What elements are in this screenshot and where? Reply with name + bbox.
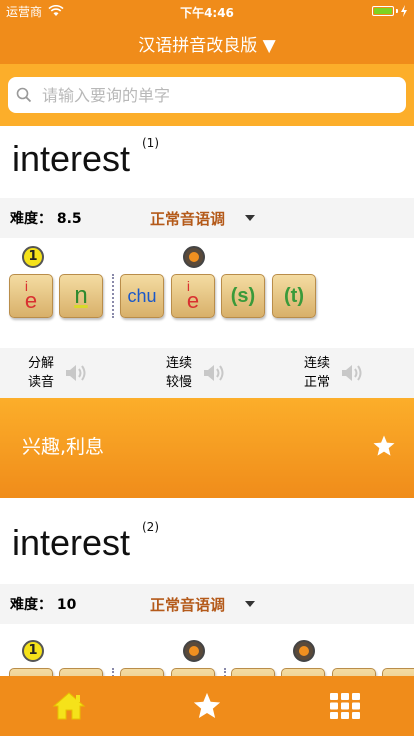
syllable-separator <box>112 668 114 676</box>
speaker-icon <box>204 365 224 381</box>
phonetic-tile[interactable] <box>281 668 325 676</box>
difficulty-label: 难度： <box>10 211 52 227</box>
entry-word: interest <box>12 138 131 179</box>
difficulty-display: 难度： 8.5 <box>10 208 150 228</box>
audio-label-line1: 连续 <box>304 356 331 371</box>
phonetic-tile[interactable] <box>59 668 103 676</box>
meaning-bar: 兴趣,利息 <box>0 398 414 498</box>
difficulty-value: 8.5 <box>56 211 82 227</box>
difficulty-display: 难度： 10 <box>10 594 150 614</box>
phonetic-tile[interactable] <box>171 668 215 676</box>
stress-marker-dot <box>293 640 315 662</box>
nav-bar: 汉语拼音改良版 ▼ <box>0 22 414 64</box>
entry-word: interest <box>12 522 131 563</box>
phonetic-tile[interactable]: ie <box>9 274 53 318</box>
entry-index: (1) <box>142 136 159 150</box>
speaker-icon <box>66 365 86 381</box>
star-icon <box>193 692 221 718</box>
grid-icon <box>330 693 360 719</box>
search-bar <box>0 64 414 126</box>
phonetic-tile[interactable] <box>382 668 414 676</box>
phonetic-tile[interactable] <box>9 668 53 676</box>
chevron-down-icon <box>245 601 256 607</box>
favorite-star-icon[interactable] <box>372 434 396 458</box>
tab-menu[interactable] <box>315 684 375 728</box>
phonetic-tile[interactable]: n <box>59 274 103 318</box>
word-header: interest (1) <box>0 126 414 198</box>
difficulty-row: 难度： 8.5 正常音语调 <box>0 198 414 238</box>
meaning-text: 兴趣,利息 <box>22 436 105 458</box>
status-bar: 运营商 下午4:46 <box>0 0 414 22</box>
speaker-icon <box>342 365 362 381</box>
audio-button-decomposed[interactable]: 分解 读音 <box>28 354 90 392</box>
status-time: 下午4:46 <box>180 6 234 20</box>
search-input[interactable] <box>40 84 398 106</box>
chevron-down-icon <box>245 215 256 221</box>
audio-label-line1: 分解 <box>28 356 55 371</box>
tone-mode-label: 正常音语调 <box>150 209 226 228</box>
audio-label-line2: 较慢 <box>166 375 193 390</box>
tab-favorites[interactable] <box>177 684 237 728</box>
audio-button-normal[interactable]: 连续 正常 <box>304 354 366 392</box>
phonetic-tile[interactable]: chu <box>120 274 164 318</box>
phonetic-tile[interactable]: (s) <box>221 274 265 318</box>
dictionary-selector[interactable]: 汉语拼音改良版 ▼ <box>138 31 275 56</box>
audio-label-line2: 正常 <box>304 375 331 390</box>
phonetic-tile[interactable] <box>120 668 164 676</box>
phonetic-tiles: 1 <box>0 624 414 676</box>
stress-marker-dot <box>183 640 205 662</box>
phonetic-tile[interactable] <box>332 668 376 676</box>
results-list[interactable]: interest (1) 难度： 8.5 正常音语调 1 ie n chu i … <box>0 126 414 676</box>
tab-bar <box>0 676 414 736</box>
search-box[interactable] <box>8 77 406 113</box>
audio-button-slow[interactable]: 连续 较慢 <box>166 354 228 392</box>
syllable-separator <box>224 668 226 676</box>
home-icon <box>52 692 86 720</box>
tone-mode-dropdown[interactable]: 正常音语调 <box>150 594 256 615</box>
tone-mode-dropdown[interactable]: 正常音语调 <box>150 208 256 229</box>
nav-title: 汉语拼音改良版 ▼ <box>138 35 276 56</box>
search-icon <box>16 87 32 103</box>
audio-label-line2: 读音 <box>28 375 55 390</box>
difficulty-value: 10 <box>56 597 77 613</box>
tab-home[interactable] <box>39 684 99 728</box>
word-entry: interest (2) 难度： 10 正常音语调 1 <box>0 498 414 676</box>
phonetic-tile[interactable]: ie <box>171 274 215 318</box>
entry-index: (2) <box>142 520 159 534</box>
syllable-separator <box>112 274 114 318</box>
difficulty-label: 难度： <box>10 597 52 613</box>
audio-label-line1: 连续 <box>166 356 193 371</box>
word-entry: interest (1) 难度： 8.5 正常音语调 1 ie n chu i … <box>0 126 414 498</box>
stress-marker-dot <box>183 246 205 268</box>
phonetic-tile[interactable] <box>231 668 275 676</box>
phonetic-tile[interactable]: (t) <box>272 274 316 318</box>
stress-marker-number: 1 <box>22 640 44 662</box>
tone-mode-label: 正常音语调 <box>150 595 226 614</box>
audio-controls: 分解 读音 连续 较慢 连续 正常 <box>0 348 414 398</box>
word-header: interest (2) <box>0 498 414 584</box>
phonetic-tiles: 1 ie n chu ie (s) (t) <box>0 238 414 348</box>
difficulty-row: 难度： 10 正常音语调 <box>0 584 414 624</box>
stress-marker-number: 1 <box>22 246 44 268</box>
